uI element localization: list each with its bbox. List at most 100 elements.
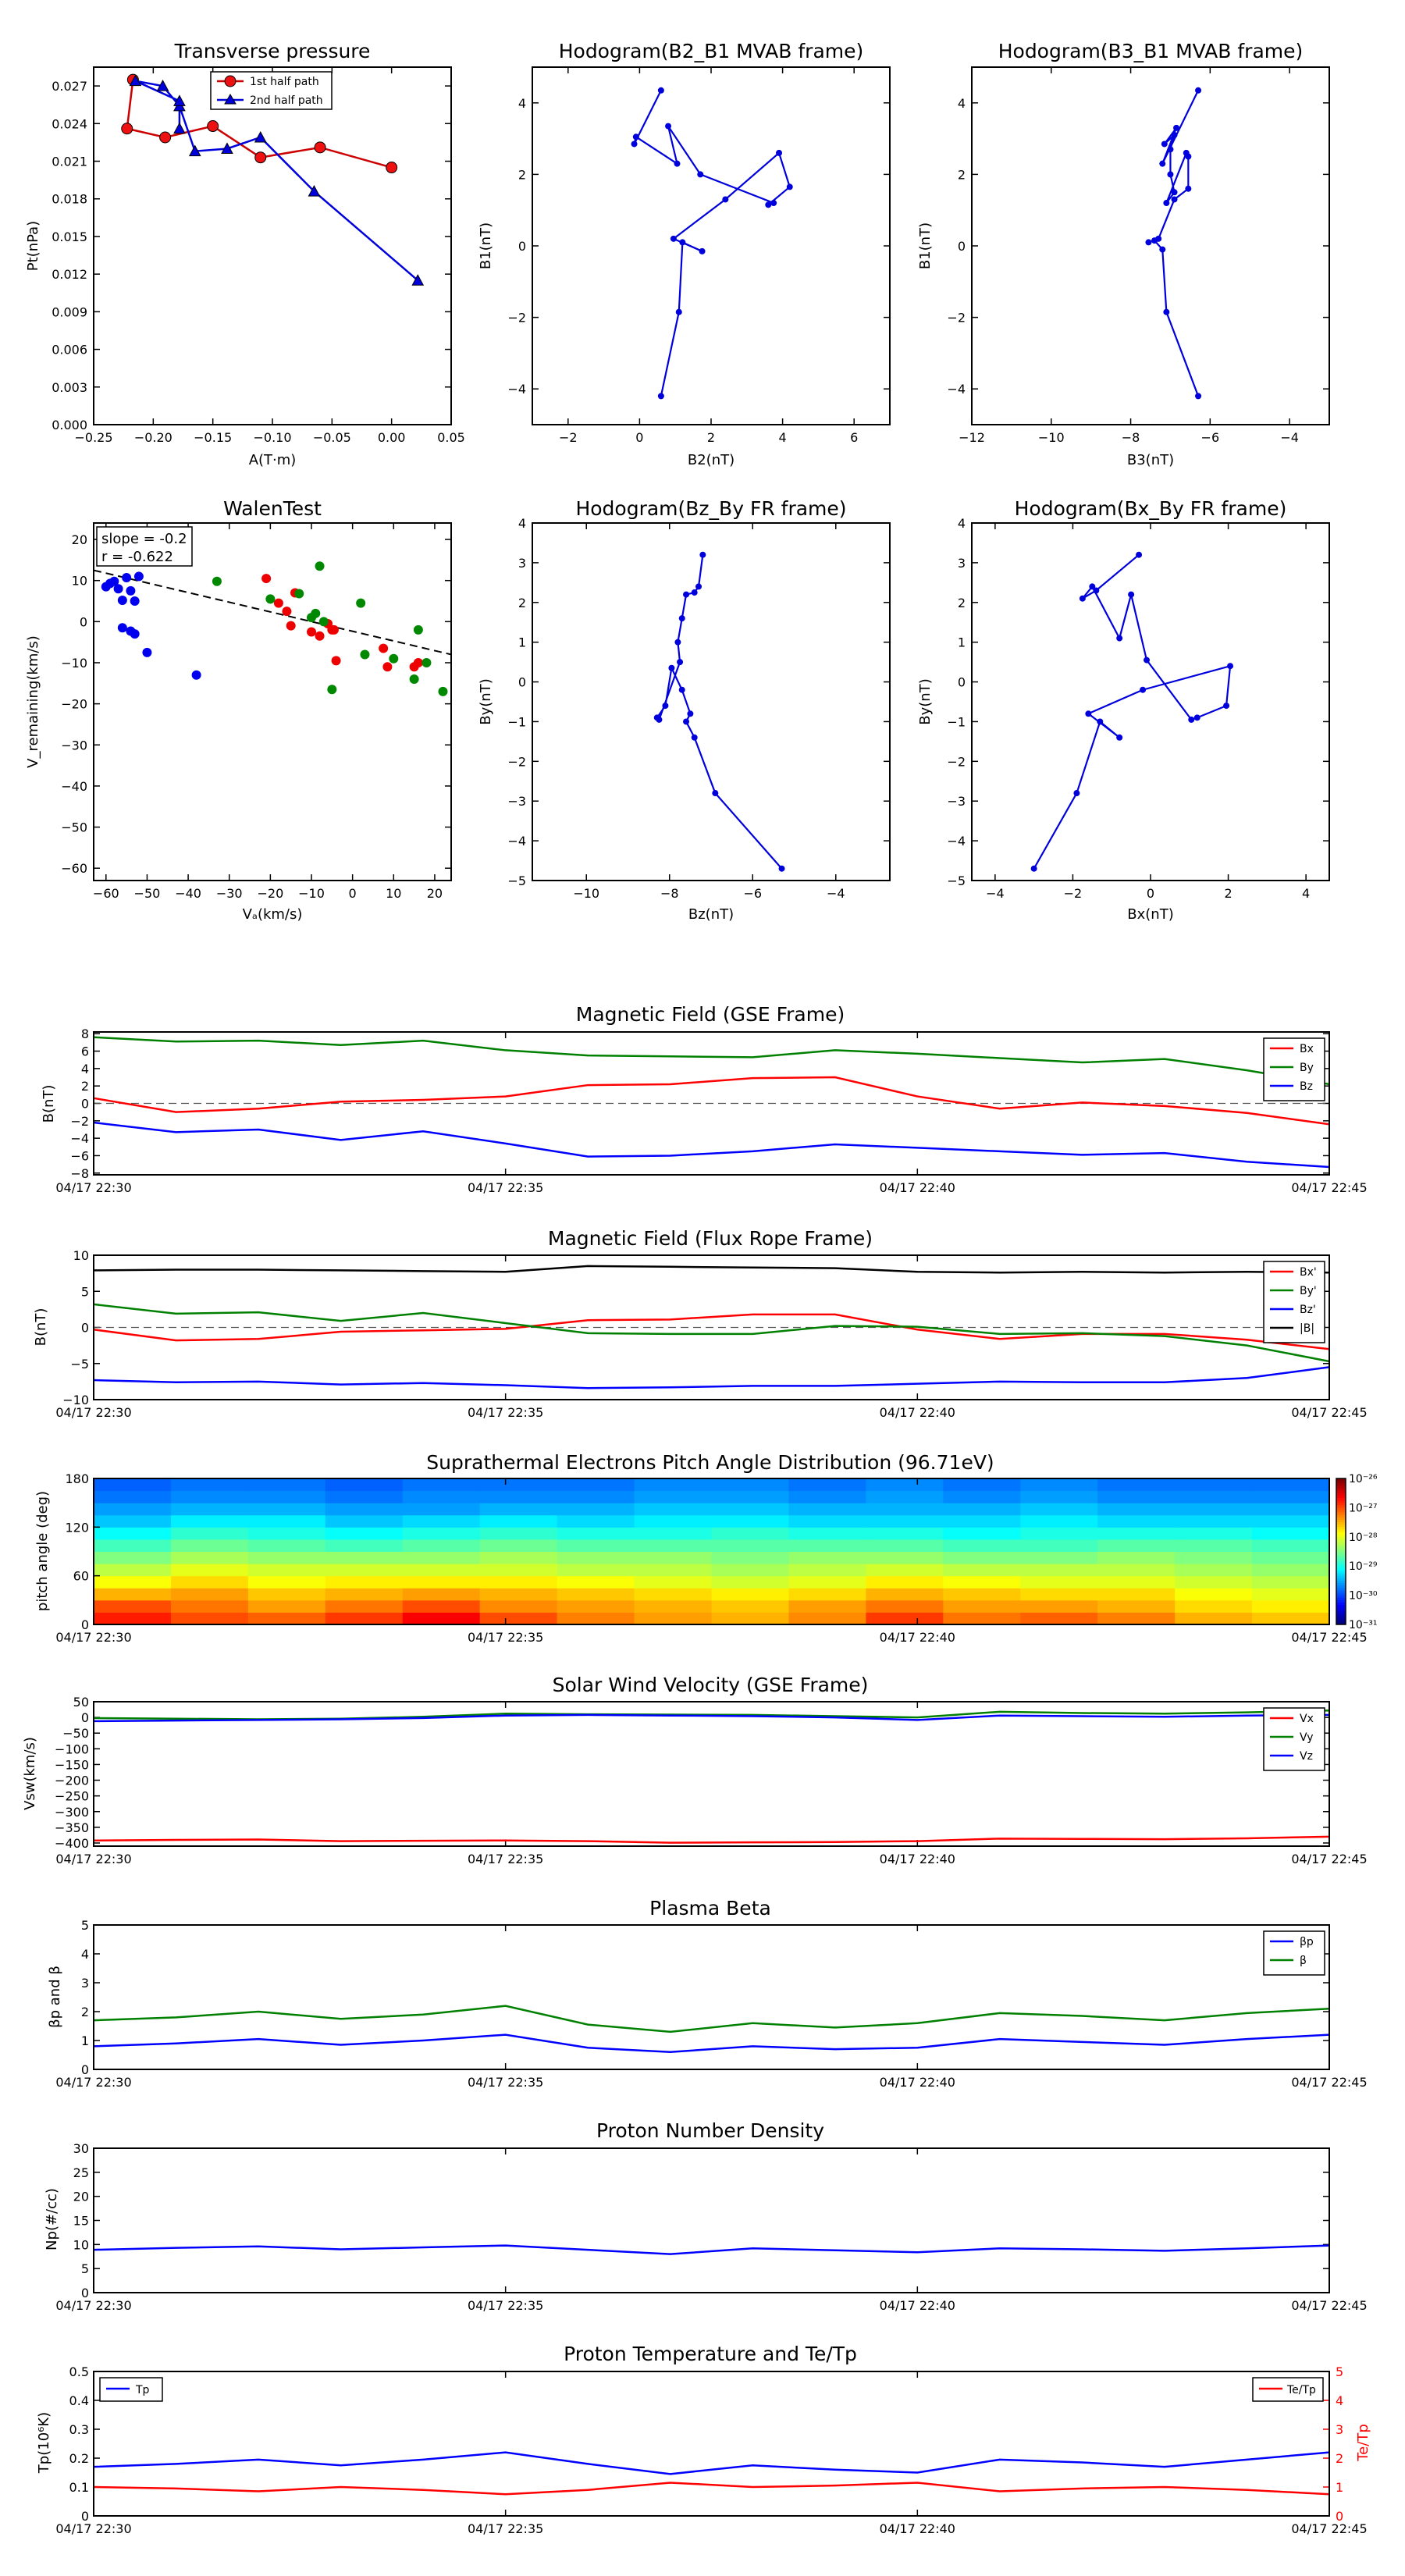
h1-point <box>631 141 638 148</box>
np-frame <box>93 2147 1330 2293</box>
pt-ytick2-label: 3 <box>1336 2422 1343 2437</box>
mf-ytick-label: −8 <box>70 1166 89 1181</box>
tp-series2-point <box>173 122 186 134</box>
panel-hodogram-bz-by: Hodogram(Bz_By FR frame) −10 −8 −6 −4−5−4−3… <box>478 497 891 923</box>
h1-point <box>657 87 664 94</box>
pt-ytick-label: 0.4 <box>69 2393 89 2408</box>
pad-cell <box>711 1612 789 1625</box>
np-ytick-label: 25 <box>73 2165 89 2180</box>
h4-xtick-label: −4 <box>986 886 1005 901</box>
h3-ytick-label: −3 <box>507 794 526 809</box>
h1-ytick-label: 2 <box>518 167 526 182</box>
pad-cell <box>634 1514 712 1528</box>
pad-cell <box>1097 1612 1176 1625</box>
pad-colorbar-segment <box>1336 1495 1346 1499</box>
pad-colorbar-segment <box>1336 1510 1346 1514</box>
pad-colorbar-segment <box>1336 1558 1346 1562</box>
pad-cell <box>557 1612 635 1625</box>
wt-point-red <box>413 657 423 667</box>
h4-ytick-label: −1 <box>947 714 966 729</box>
np-ytick-label: 30 <box>73 2141 89 2156</box>
pad-cell <box>866 1612 944 1625</box>
pad-cell <box>247 1503 326 1516</box>
np-ytick-label: 15 <box>73 2214 89 2229</box>
pad-colorbar-label: 10⁻²⁷ <box>1349 1502 1377 1514</box>
pad-cell <box>788 1588 866 1601</box>
pad-colorbar-segment <box>1336 1505 1346 1508</box>
h2-ylabel: B1(nT) <box>917 222 934 269</box>
figure-canvas: Transverse pressure −0.25 −0.20 −0.15 −0.10… <box>22 40 1378 2536</box>
tp-ytick-label: 0.024 <box>52 116 87 131</box>
sw-time-label: 04/17 22:40 <box>880 1852 955 1866</box>
pt-series-ratio <box>93 2482 1330 2496</box>
wt-point-green <box>422 657 432 667</box>
wt-point-blue <box>130 596 140 607</box>
sw-ylabel: Vsw(km/s) <box>22 1737 38 1810</box>
pad-cell <box>711 1514 789 1528</box>
pad-colorbar-segment <box>1336 1532 1346 1535</box>
pb-ytick-label: 1 <box>81 2033 89 2048</box>
pad-cell <box>479 1564 558 1577</box>
pad-cell <box>1097 1599 1176 1613</box>
pad-cell <box>866 1490 944 1503</box>
mf-ytick-label: 4 <box>81 1062 89 1076</box>
pad-cell <box>866 1478 944 1492</box>
wt-point-red <box>315 631 325 641</box>
pt-ytick-label: 0.2 <box>69 2451 89 2466</box>
h2-xtick-label: −10 <box>1038 430 1065 445</box>
pad-cell <box>94 1551 172 1564</box>
pad-cell <box>634 1527 712 1540</box>
pad-cell <box>402 1527 481 1540</box>
pad-cell <box>1175 1599 1253 1613</box>
pad-colorbar-segment <box>1336 1578 1346 1582</box>
sw-legend-label: Vx <box>1300 1713 1314 1725</box>
pad-cell <box>634 1599 712 1613</box>
pt-legend-right-label: Te/Tp <box>1286 2384 1316 2396</box>
pad-cell <box>170 1551 249 1564</box>
h2-point <box>1163 308 1170 315</box>
h3-point <box>674 639 681 646</box>
pt-ytick2-label: 5 <box>1336 2364 1343 2379</box>
h4-xtick-label: 0 <box>1147 886 1154 901</box>
panel-transverse-pressure: Transverse pressure −0.25 −0.20 −0.15 −0.10… <box>25 40 465 468</box>
pad-colorbar-label: 10⁻²⁶ <box>1349 1473 1378 1485</box>
mf-ytick-label: −4 <box>70 1131 89 1146</box>
h3-point <box>699 551 706 558</box>
h3-ytick-label: 1 <box>518 635 526 650</box>
pad-colorbar-segment <box>1336 1507 1346 1511</box>
pad-cell <box>788 1599 866 1613</box>
tp-title: Transverse pressure <box>174 40 371 62</box>
pad-cell <box>1175 1551 1253 1564</box>
wt-point-red <box>331 656 341 666</box>
pad-cell <box>788 1612 866 1625</box>
wt-point-green <box>265 594 276 604</box>
pad-colorbar-segment <box>1336 1514 1346 1518</box>
h4-ytick-label: 2 <box>958 596 966 610</box>
h4-point <box>1097 718 1104 725</box>
pad-colorbar-segment <box>1336 1500 1346 1503</box>
h3-ytick-label: 3 <box>518 556 526 571</box>
pad-cell <box>170 1490 249 1503</box>
pb-ytick-label: 0 <box>81 2062 89 2077</box>
wt-point-green <box>311 608 321 618</box>
pad-cell <box>788 1539 866 1552</box>
pad-cell <box>1175 1564 1253 1577</box>
fr-ytick-label: 10 <box>73 1248 89 1263</box>
h2-point <box>1163 200 1170 207</box>
pad-cell <box>1020 1612 1098 1625</box>
sw-legend-label: Vz <box>1300 1750 1313 1763</box>
h4-point <box>1193 714 1200 721</box>
h1-ytick-label: 0 <box>518 239 526 254</box>
pad-colorbar-segment <box>1336 1542 1346 1545</box>
pad-cell <box>711 1551 789 1564</box>
pad-cell <box>788 1564 866 1577</box>
pad-cell <box>634 1539 712 1552</box>
pad-colorbar-segment <box>1336 1612 1346 1616</box>
panel-hodogram-b3-b1: Hodogram(B3_B1 MVAB frame) −12 −10 −8 −6 −4 −… <box>917 40 1330 468</box>
pad-cell <box>711 1575 789 1589</box>
pad-cell <box>1252 1527 1330 1540</box>
wt-point-blue <box>126 585 136 596</box>
np-series-Np <box>93 2244 1330 2255</box>
panel-magnetic-field-gse: Magnetic Field (GSE Frame) 04/17 22:30 04… <box>41 1003 1368 1195</box>
pad-cell <box>1097 1503 1176 1516</box>
